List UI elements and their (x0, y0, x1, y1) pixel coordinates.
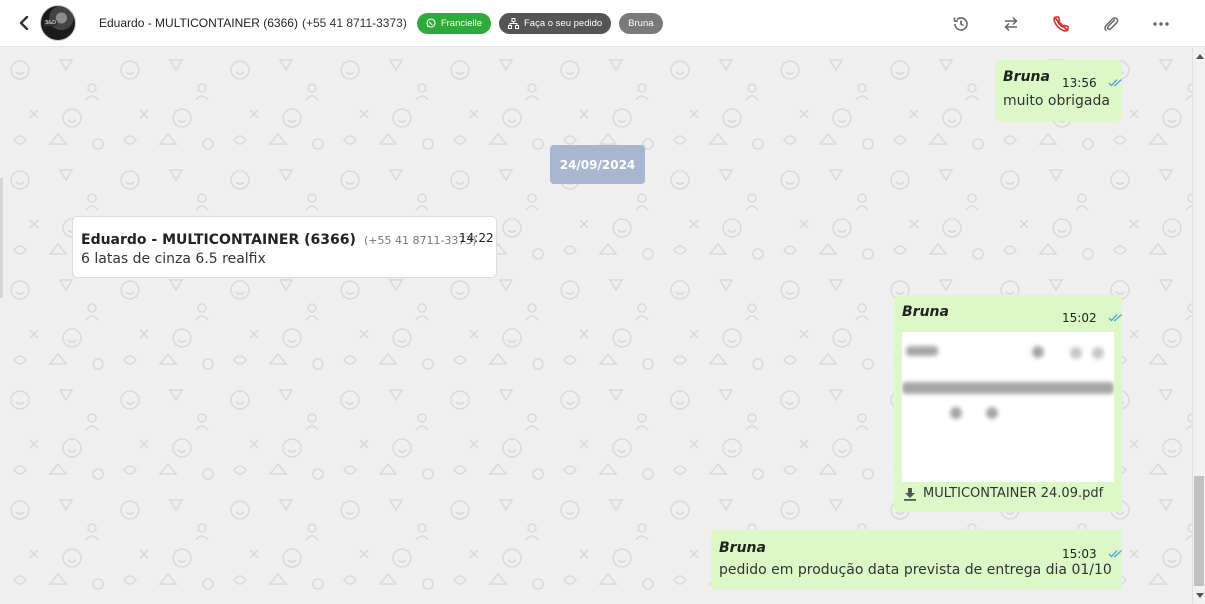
avatar[interactable]: 3&D (40, 5, 76, 41)
chat-history[interactable]: Bruna 13:56 muito obrigada 24/09/2024 Ed… (0, 48, 1192, 604)
scroll-thumb[interactable] (1194, 476, 1204, 586)
end-call-icon (1052, 15, 1069, 32)
message-time: 14:22 (459, 231, 494, 245)
blurred-content (1092, 347, 1104, 359)
chevron-left-icon (19, 16, 29, 30)
message-meta: 15:02 (1062, 307, 1124, 326)
message-time: 13:56 (1062, 76, 1097, 90)
message-sender: Bruna (719, 540, 766, 556)
read-ticks-icon (1108, 550, 1122, 558)
tag-label: Faça o seu pedido (524, 17, 603, 29)
scroll-up-arrow[interactable] (1196, 54, 1204, 59)
tag-bruna[interactable]: Bruna (619, 12, 663, 34)
message-sender: Eduardo - MULTICONTAINER (6366) (81, 232, 356, 248)
tag-francielle[interactable]: Francielle (416, 12, 491, 34)
message-text: pedido em produção data prevista de entr… (719, 562, 1112, 578)
read-ticks-icon (1108, 314, 1122, 322)
download-icon (904, 487, 916, 501)
read-ticks-icon (1108, 79, 1122, 87)
header-actions (948, 0, 1173, 47)
blurred-content (1070, 347, 1082, 359)
history-icon (953, 16, 968, 31)
chat-header: 3&D Eduardo - MULTICONTAINER (6366) (+55… (0, 0, 1205, 47)
chat-window: 3&D Eduardo - MULTICONTAINER (6366) (+55… (0, 0, 1205, 604)
message-bubble-outgoing[interactable]: Bruna 13:56 muito obrigada (995, 60, 1122, 121)
more-button[interactable] (1148, 11, 1173, 36)
more-icon (1152, 21, 1169, 26)
attach-button[interactable] (1098, 11, 1123, 36)
blurred-content (950, 407, 962, 419)
message-time: 15:02 (1062, 311, 1097, 325)
file-name: MULTICONTAINER 24.09.pdf (923, 486, 1104, 501)
tag-faca-o-seu-pedido[interactable]: Faça o seu pedido (499, 12, 612, 34)
message-text: 6 latas de cinza 6.5 realfix (81, 251, 266, 267)
message-text: muito obrigada (1003, 93, 1110, 109)
pdf-thumbnail[interactable] (902, 332, 1114, 482)
file-download-link[interactable]: MULTICONTAINER 24.09.pdf (903, 486, 1103, 501)
attach-icon (1103, 16, 1118, 31)
end-call-button[interactable] (1048, 11, 1073, 36)
message-bubble-incoming[interactable]: Eduardo - MULTICONTAINER (6366) (+55 41 … (72, 216, 497, 278)
contact-info[interactable]: Eduardo - MULTICONTAINER (6366) (+55 41 … (99, 16, 407, 30)
avatar-sticker: 3&D (44, 20, 57, 26)
tag-label: Francielle (440, 17, 482, 29)
history-button[interactable] (948, 11, 973, 36)
blurred-content (986, 407, 998, 419)
blurred-content (906, 346, 938, 356)
transfer-icon (1003, 16, 1018, 31)
message-sender: Bruna (902, 304, 949, 320)
contact-name: Eduardo - MULTICONTAINER (6366) (99, 16, 298, 30)
message-bubble-outgoing-file[interactable]: Bruna 15:02 MULTICONTAINER 24.09.pdf (894, 295, 1122, 512)
blurred-content (1032, 346, 1044, 358)
message-meta: 15:03 (1062, 543, 1124, 562)
blurred-content (902, 382, 1114, 394)
transfer-button[interactable] (998, 11, 1023, 36)
message-sender: Bruna (1003, 69, 1050, 85)
message-header: Eduardo - MULTICONTAINER (6366) (+55 41 … (81, 229, 477, 248)
back-button[interactable] (17, 13, 31, 33)
message-time: 15:03 (1062, 547, 1097, 561)
flow-icon (508, 17, 519, 29)
scroll-down-arrow[interactable] (1196, 593, 1204, 598)
chat-scrollbar[interactable] (1192, 48, 1205, 604)
message-bubble-outgoing[interactable]: Bruna 15:03 pedido em produção data prev… (711, 529, 1122, 590)
whatsapp-icon (426, 18, 436, 28)
contact-phone: (+55 41 8711-3373) (301, 16, 407, 30)
left-edge-bar (0, 178, 3, 298)
message-meta: 13:56 (1062, 72, 1124, 91)
tag-label: Bruna (628, 17, 654, 29)
date-separator: 24/09/2024 (550, 145, 645, 184)
